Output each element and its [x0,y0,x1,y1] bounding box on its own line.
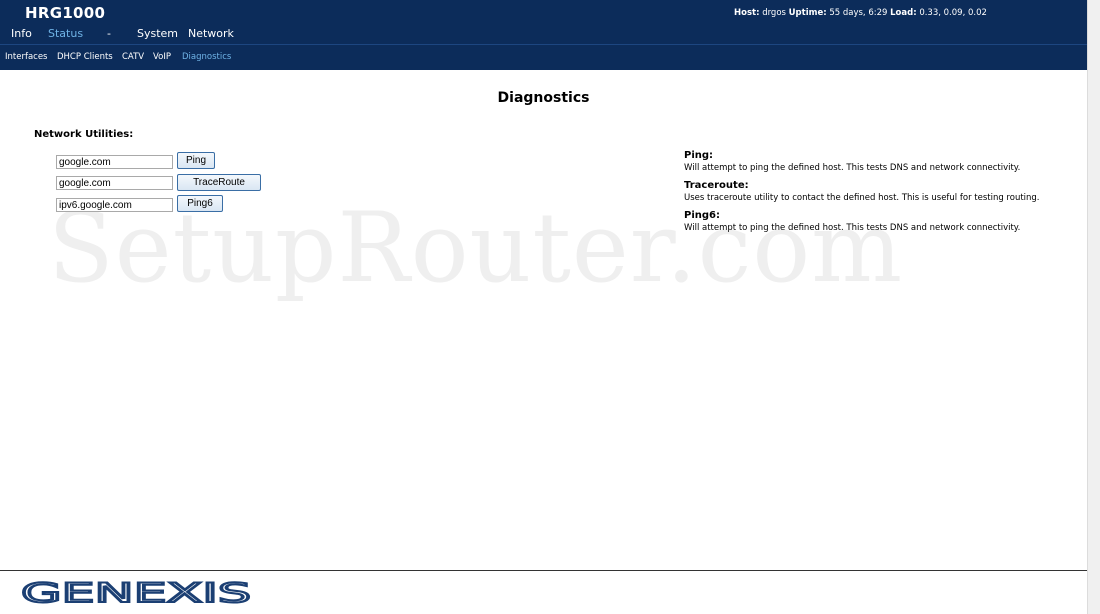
nav-network[interactable]: Network [188,27,234,40]
subnav-dhcp-clients[interactable]: DHCP Clients [57,52,113,62]
page-title: Diagnostics [497,90,590,106]
subnav-interfaces[interactable]: Interfaces [5,52,47,62]
subnav-voip[interactable]: VoIP [153,52,171,62]
ping6-host-input[interactable] [56,198,173,212]
logo-wordmark: GENEXIS [21,578,251,606]
footer-divider [0,570,1087,571]
uptime-label: Uptime: [788,8,827,18]
load-value: 0.33, 0.09, 0.02 [919,8,987,18]
vertical-scrollbar[interactable] [1087,0,1100,614]
nav-system[interactable]: System [137,27,178,40]
ping-host-input[interactable] [56,155,173,169]
traceroute-button[interactable]: TraceRoute [177,174,261,191]
help-ping6-description: Will attempt to ping the defined host. T… [684,223,1021,233]
help-ping-description: Will attempt to ping the defined host. T… [684,163,1021,173]
host-value: drgos [762,8,786,18]
help-ping6-title: Ping6: [684,210,720,221]
help-traceroute-description: Uses traceroute utility to contact the d… [684,193,1040,203]
help-traceroute-title: Traceroute: [684,180,749,191]
header-bar: HRG1000 Host: drgos Uptime: 55 days, 6:2… [0,0,1087,70]
load-label: Load: [890,8,917,18]
help-ping: Ping: Will attempt to ping the defined h… [684,150,1084,173]
nav-divider [0,44,1087,45]
subnav-diagnostics[interactable]: Diagnostics [182,52,231,62]
nav-separator: - [107,27,111,40]
traceroute-host-input[interactable] [56,176,173,190]
help-ping6: Ping6: Will attempt to ping the defined … [684,210,1084,233]
help-ping-title: Ping: [684,150,714,161]
host-status-info: Host: drgos Uptime: 55 days, 6:29 Load: … [734,8,987,18]
ping6-button[interactable]: Ping6 [177,195,223,212]
help-traceroute: Traceroute: Uses traceroute utility to c… [684,180,1084,203]
section-title: Network Utilities: [34,129,134,140]
nav-info[interactable]: Info [11,27,32,40]
host-label: Host: [734,8,760,18]
ping-button[interactable]: Ping [177,152,215,169]
subnav-catv[interactable]: CATV [122,52,144,62]
uptime-value: 55 days, 6:29 [829,8,888,18]
nav-status[interactable]: Status [48,27,83,40]
genexis-logo: GENEXIS [21,578,252,606]
device-model-title: HRG1000 [25,4,106,22]
